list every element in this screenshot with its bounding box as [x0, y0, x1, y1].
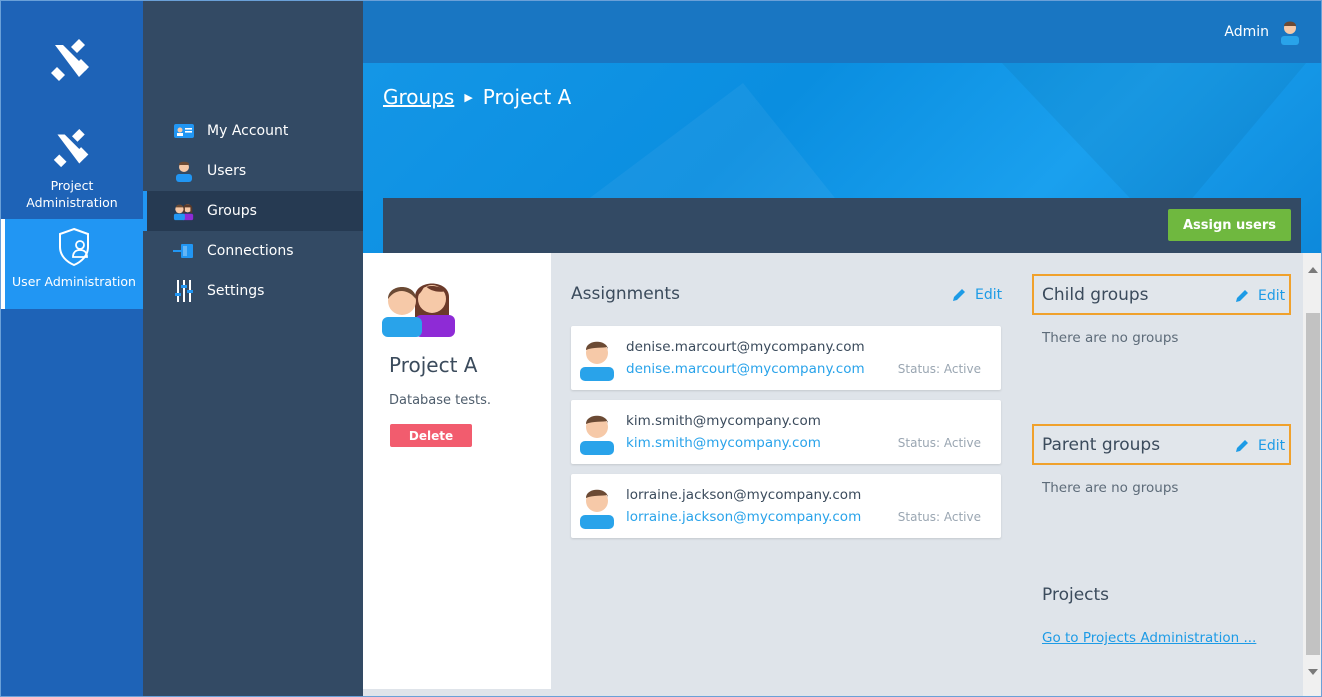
rail-item-project-administration[interactable]: Project Administration	[1, 119, 143, 217]
assignments-edit-link[interactable]: Edit	[951, 287, 1002, 303]
user-menu[interactable]: Admin	[1224, 19, 1301, 45]
edit-label: Edit	[1258, 438, 1286, 454]
scroll-up-icon[interactable]	[1308, 267, 1318, 273]
nav-item-label: Settings	[207, 283, 265, 299]
rail-item-user-admin-label: User Administration	[12, 274, 136, 289]
assignment-row[interactable]: lorraine.jackson@mycompany.com lorraine.…	[571, 474, 1001, 538]
sliders-icon	[173, 280, 195, 302]
assignment-status: Status: Active	[897, 362, 981, 376]
breadcrumb-groups-link[interactable]: Groups	[383, 85, 454, 109]
user-shield-icon	[59, 227, 89, 267]
parent-groups-empty: There are no groups	[1042, 480, 1179, 496]
app-window: Project Administration User Administrati…	[0, 0, 1322, 697]
pencil-icon	[1236, 290, 1248, 302]
project-administration-icon	[53, 129, 89, 168]
app-logo-icon[interactable]	[49, 39, 93, 83]
nav-item-groups[interactable]: Groups	[143, 191, 363, 231]
assignment-row[interactable]: denise.marcourt@mycompany.com denise.mar…	[571, 326, 1001, 390]
secondary-nav: My Account Users Groups Connections Sett…	[143, 1, 363, 696]
nav-item-label: Groups	[207, 203, 257, 219]
assign-users-button[interactable]: Assign users	[1168, 209, 1291, 241]
top-bar: Admin	[363, 1, 1321, 63]
child-groups-empty: There are no groups	[1042, 330, 1179, 346]
delete-group-button[interactable]: Delete	[390, 424, 472, 447]
assignment-email-link[interactable]: kim.smith@mycompany.com	[626, 435, 821, 451]
assignment-status: Status: Active	[897, 510, 981, 524]
nav-item-label: My Account	[207, 123, 289, 139]
user-avatar-icon	[580, 489, 614, 529]
group-info-card: Project A Database tests. Delete	[363, 253, 551, 689]
child-groups-edit-link[interactable]: Edit	[1234, 288, 1285, 304]
breadcrumb: Groups ▶ Project A	[383, 85, 571, 109]
nav-item-my-account[interactable]: My Account	[143, 111, 363, 151]
assignment-email-link[interactable]: denise.marcourt@mycompany.com	[626, 361, 865, 377]
user-menu-label: Admin	[1224, 24, 1269, 40]
scroll-down-icon[interactable]	[1308, 669, 1318, 675]
nav-item-label: Users	[207, 163, 247, 179]
child-groups-title: Child groups	[1042, 285, 1149, 305]
assignments-title: Assignments	[571, 284, 680, 304]
app-rail: Project Administration User Administrati…	[1, 1, 143, 696]
nav-item-settings[interactable]: Settings	[143, 271, 363, 311]
breadcrumb-current: Project A	[482, 85, 572, 109]
assignment-status: Status: Active	[897, 436, 981, 450]
account-card-icon	[173, 120, 195, 142]
user-avatar-icon	[580, 341, 614, 381]
groups-icon	[173, 200, 195, 222]
pencil-icon	[953, 289, 965, 301]
nav-item-label: Connections	[207, 243, 294, 259]
rail-item-project-label-2: Administration	[26, 195, 118, 210]
assignment-row[interactable]: kim.smith@mycompany.com kim.smith@mycomp…	[571, 400, 1001, 464]
edit-label: Edit	[975, 287, 1003, 303]
admin-avatar-icon	[1281, 21, 1299, 45]
parent-groups-header: Parent groups Edit	[1032, 424, 1291, 465]
assignment-email-link[interactable]: lorraine.jackson@mycompany.com	[626, 509, 861, 525]
rail-item-user-administration[interactable]: User Administration	[1, 219, 143, 309]
scrollbar-thumb[interactable]	[1306, 313, 1320, 655]
assignment-email: denise.marcourt@mycompany.com	[626, 339, 865, 355]
group-name: Project A	[389, 353, 478, 377]
connections-icon	[173, 240, 195, 262]
parent-groups-edit-link[interactable]: Edit	[1234, 438, 1285, 454]
group-avatar-icon	[382, 283, 455, 337]
projects-administration-link[interactable]: Go to Projects Administration ...	[1042, 630, 1256, 646]
group-description: Database tests.	[389, 393, 492, 408]
breadcrumb-separator-icon: ▶	[464, 90, 473, 104]
pencil-icon	[1236, 440, 1248, 452]
vertical-scrollbar[interactable]	[1303, 253, 1321, 696]
nav-item-users[interactable]: Users	[143, 151, 363, 191]
user-icon	[173, 160, 195, 182]
assignment-email: lorraine.jackson@mycompany.com	[626, 487, 862, 503]
parent-groups-title: Parent groups	[1042, 435, 1161, 455]
child-groups-header: Child groups Edit	[1032, 274, 1291, 315]
nav-item-connections[interactable]: Connections	[143, 231, 363, 271]
main-content: Project A Database tests. Delete Assignm…	[363, 253, 1303, 696]
edit-label: Edit	[1258, 288, 1286, 304]
projects-title: Projects	[1042, 585, 1110, 605]
action-toolbar: Assign users	[383, 198, 1301, 253]
assignment-email: kim.smith@mycompany.com	[626, 413, 821, 429]
user-avatar-icon	[580, 415, 614, 455]
rail-item-project-label-1: Project	[50, 178, 94, 193]
